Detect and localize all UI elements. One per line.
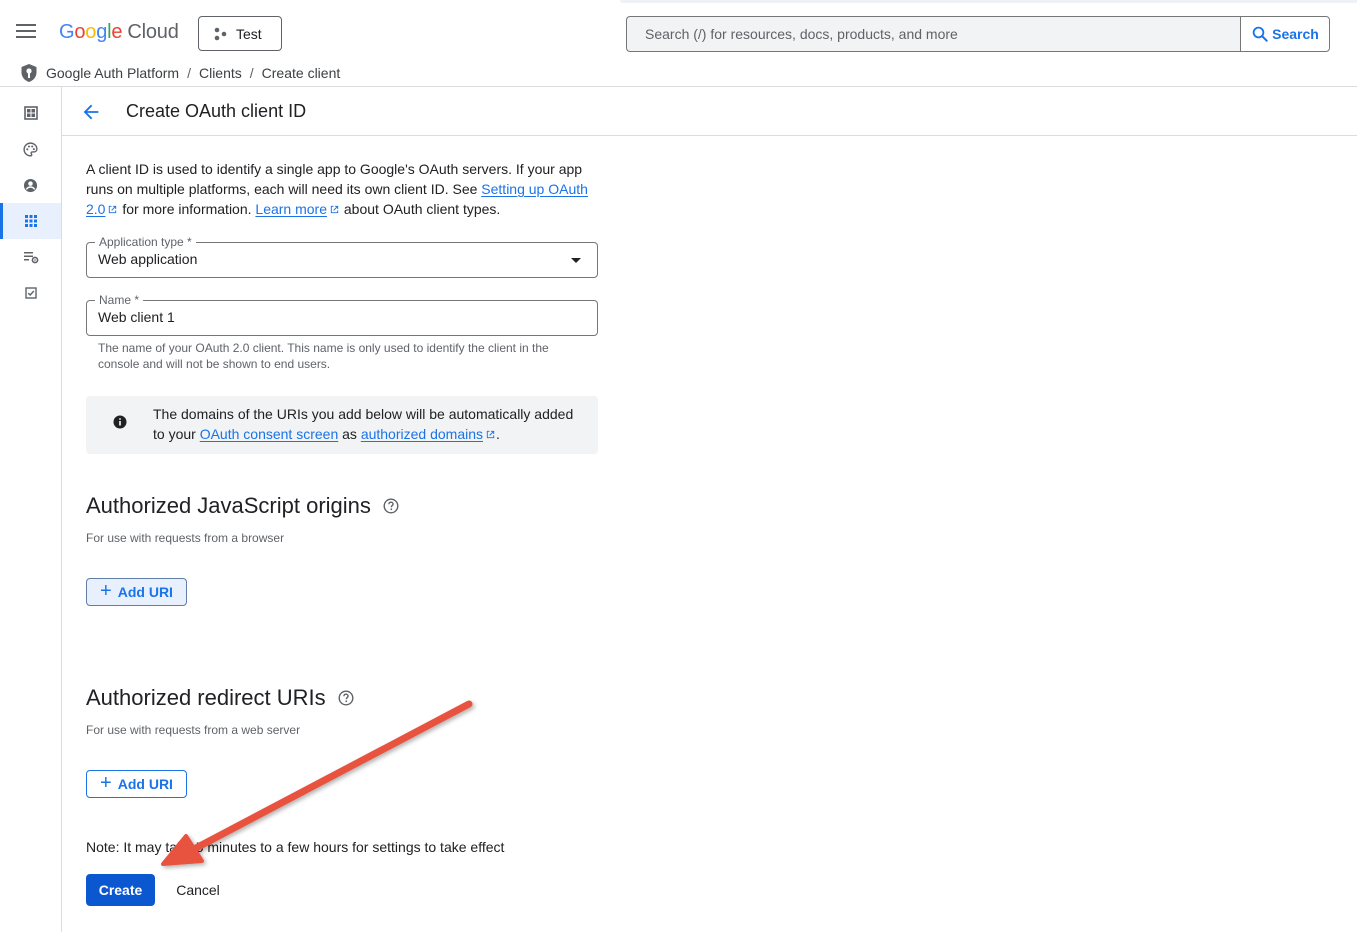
info-icon [113, 415, 127, 429]
domains-info-text: The domains of the URIs you add below wi… [153, 406, 574, 442]
application-type-label: Application type * [95, 235, 196, 249]
oauth-consent-screen-link[interactable]: OAuth consent screen [200, 426, 339, 442]
intro-paragraph: A client ID is used to identify a single… [86, 161, 588, 217]
breadcrumb-clients[interactable]: Clients [199, 65, 242, 81]
breadcrumb-separator: / [249, 65, 254, 81]
list-settings-icon [23, 252, 38, 264]
project-nodes-icon [214, 27, 227, 40]
redirect-uris-section: Authorized redirect URIs [86, 685, 354, 711]
breadcrumb: Google Auth Platform / Clients / Create … [0, 60, 1357, 87]
rail-item-overview[interactable] [0, 95, 61, 131]
rail-item-audience[interactable] [0, 167, 61, 203]
name-field[interactable]: Name * [86, 293, 598, 336]
shield-key-icon [21, 64, 37, 82]
help-icon[interactable] [383, 498, 399, 514]
page-header: Create OAuth client ID [62, 87, 1357, 136]
dropdown-arrow-icon [571, 258, 581, 263]
external-link-icon [109, 205, 117, 214]
rail-item-clients[interactable] [0, 203, 61, 239]
project-name: Test [236, 25, 262, 42]
redirect-uris-title: Authorized redirect URIs [86, 685, 326, 710]
account-circle-icon [23, 178, 38, 192]
breadcrumb-auth-platform[interactable]: Google Auth Platform [46, 65, 179, 81]
apps-grid-icon [24, 215, 37, 227]
checkbox-icon [24, 287, 37, 299]
name-input[interactable] [98, 309, 578, 325]
help-icon[interactable] [338, 690, 354, 706]
name-helper-text: The name of your OAuth 2.0 client. This … [98, 341, 549, 371]
breadcrumb-create-client: Create client [261, 65, 341, 81]
back-arrow-icon[interactable] [80, 101, 102, 123]
breadcrumb-separator: / [187, 65, 191, 81]
search-field[interactable] [626, 16, 1241, 52]
project-picker-button[interactable]: Test [198, 16, 282, 51]
add-redirect-uri-button[interactable]: + Add URI [86, 770, 187, 798]
rail-item-verification[interactable] [0, 275, 61, 311]
dashboard-icon [23, 106, 38, 120]
settings-delay-note: Note: It may take 5 minutes to a few hou… [86, 839, 505, 855]
external-link-icon [330, 205, 339, 214]
js-origins-title: Authorized JavaScript origins [86, 493, 371, 518]
page-title: Create OAuth client ID [126, 101, 307, 121]
annotation-arrow [161, 700, 473, 866]
palette-icon [23, 141, 38, 157]
application-type-select[interactable]: Application type * Web application [86, 235, 598, 278]
loading-line [620, 0, 1357, 3]
js-origins-section: Authorized JavaScript origins [86, 493, 399, 519]
add-js-origin-uri-button[interactable]: + Add URI [86, 578, 187, 606]
cancel-button[interactable]: Cancel [166, 874, 230, 906]
plus-icon: + [100, 772, 112, 794]
create-button[interactable]: Create [86, 874, 155, 906]
js-origins-subtitle: For use with requests from a browser [86, 531, 285, 545]
search-input[interactable] [645, 17, 1241, 51]
domains-info-banner: The domains of the URIs you add below wi… [86, 396, 598, 454]
google-cloud-logo[interactable]: Google Cloud [59, 21, 179, 44]
external-link-icon [486, 430, 495, 439]
search-button[interactable]: Search [1240, 16, 1330, 52]
authorized-domains-link[interactable]: authorized domains [361, 426, 483, 442]
top-bar: Google Cloud Test Search [0, 0, 1357, 60]
name-label: Name * [95, 293, 144, 307]
rail-item-branding[interactable] [0, 131, 61, 167]
rail-item-data-access[interactable] [0, 239, 61, 275]
application-type-value: Web application [98, 251, 198, 267]
main-menu-icon[interactable] [16, 24, 36, 40]
left-nav-rail [0, 87, 62, 932]
redirect-uris-subtitle: For use with requests from a web server [86, 723, 301, 737]
plus-icon: + [100, 580, 112, 602]
search-icon [1252, 26, 1268, 42]
learn-more-link[interactable]: Learn more [255, 201, 327, 217]
